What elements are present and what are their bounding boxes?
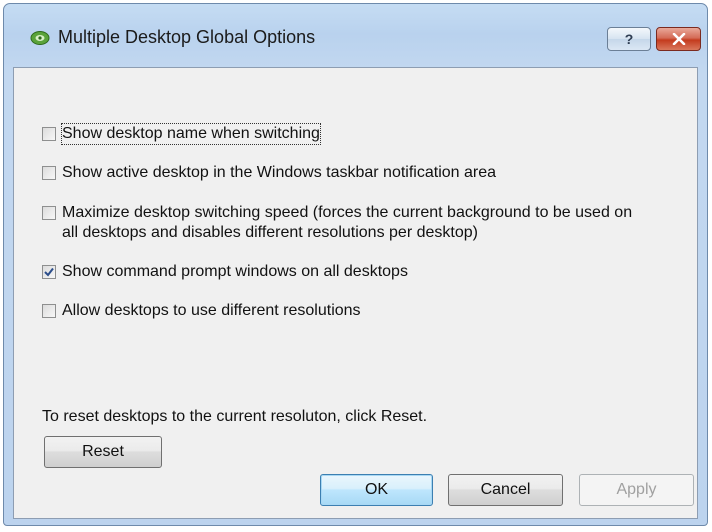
option-label-multiline: Maximize desktop switching speed (forces… [62,203,632,243]
help-icon: ? [624,31,634,47]
option-label-line2: all desktops and disables different reso… [62,224,478,241]
ok-button[interactable]: OK [320,474,433,506]
option-label-line1: Maximize desktop switching speed (forces… [62,204,633,221]
option-show-command-prompt[interactable]: Show command prompt windows on all deskt… [42,262,408,282]
option-label: Show active desktop in the Windows taskb… [62,164,497,181]
option-allow-different-resolutions[interactable]: Allow desktops to use different resoluti… [42,301,361,321]
checkbox-allow-different-resolutions[interactable] [42,304,56,318]
window-title: Multiple Desktop Global Options [58,27,316,47]
reset-button[interactable]: Reset [44,436,162,468]
cancel-button[interactable]: Cancel [448,474,563,506]
option-show-desktop-name[interactable]: Show desktop name when switching [42,123,321,145]
close-button[interactable] [656,27,701,51]
cancel-button-label: Cancel [480,481,531,498]
reset-instructions: To reset desktops to the current resolut… [42,408,428,425]
help-button[interactable]: ? [607,27,651,51]
checkbox-show-command-prompt[interactable] [42,265,56,279]
option-label: Allow desktops to use different resoluti… [62,302,361,319]
checkbox-show-desktop-name[interactable] [42,127,56,141]
close-icon [672,33,685,45]
dialog-body: Show desktop name when switching Show ac… [13,67,698,519]
dialog-window: Multiple Desktop Global Options ? Show d… [3,3,708,526]
apply-button[interactable]: Apply [579,474,694,506]
checkbox-maximize-speed[interactable] [42,206,56,220]
app-icon [30,31,50,45]
apply-button-label: Apply [616,481,657,498]
title-bar[interactable]: Multiple Desktop Global Options ? [4,4,707,68]
checkbox-show-active-desktop[interactable] [42,166,56,180]
option-show-active-desktop[interactable]: Show active desktop in the Windows taskb… [42,163,496,183]
option-maximize-speed[interactable]: Maximize desktop switching speed (forces… [42,203,632,243]
option-label: Show command prompt windows on all deskt… [62,263,408,280]
reset-button-label: Reset [82,443,124,460]
ok-button-label: OK [364,481,389,498]
checkmark-icon [44,267,54,277]
option-label: Show desktop name when switching [61,123,321,145]
